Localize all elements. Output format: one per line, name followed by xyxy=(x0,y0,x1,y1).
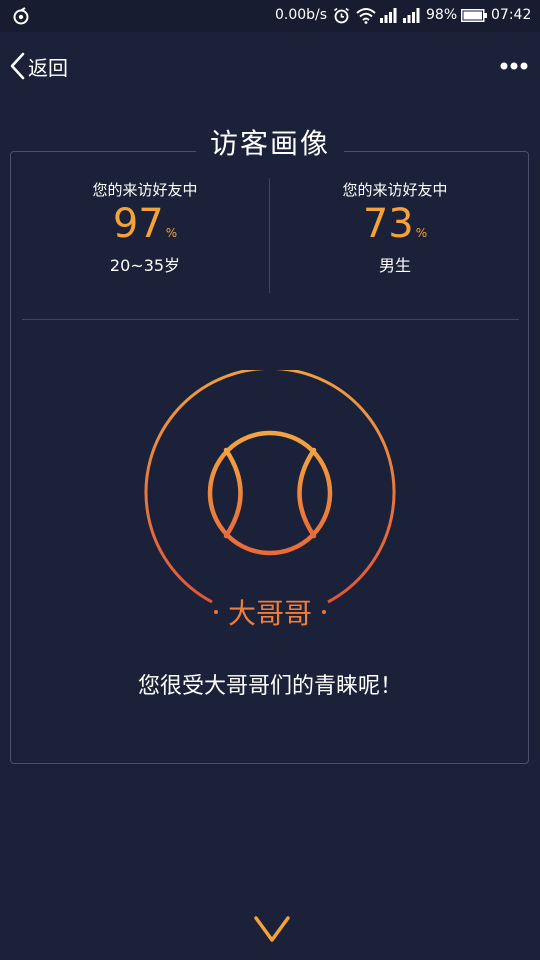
result-message: 您很受大哥哥们的青睐呢！ xyxy=(137,674,402,699)
horizontal-divider xyxy=(22,319,519,320)
signal-icon xyxy=(380,8,397,23)
stat-description: 20~35岁 xyxy=(109,256,181,275)
gender-stat: 您的来访好友中 73% 男生 xyxy=(270,180,520,277)
signal-icon xyxy=(403,8,420,23)
chevron-left-icon xyxy=(10,52,25,80)
stat-description: 男生 xyxy=(378,256,411,275)
stat-value: 97% xyxy=(112,201,178,247)
basketball-emblem xyxy=(144,370,396,614)
back-label: 返回 xyxy=(28,55,68,80)
wifi-icon xyxy=(356,8,376,24)
clock: 07:42 xyxy=(491,7,532,23)
more-dots-icon[interactable] xyxy=(492,52,536,80)
network-speed: 0.00b/s xyxy=(275,7,328,23)
stat-value: 73% xyxy=(362,201,428,247)
stat-label: 您的来访好友中 xyxy=(342,181,448,199)
emblem-label: 大哥哥 xyxy=(227,597,312,630)
chevron-down-icon[interactable] xyxy=(252,912,292,948)
battery-icon xyxy=(461,9,487,22)
app-icon xyxy=(13,7,29,25)
stat-label: 您的来访好友中 xyxy=(92,181,198,199)
alarm-icon xyxy=(334,7,349,24)
back-button[interactable]: 返回 xyxy=(8,46,88,86)
age-stat: 您的来访好友中 97% 20~35岁 xyxy=(20,180,270,277)
battery-percent: 98% xyxy=(426,7,458,23)
basketball-icon xyxy=(207,430,333,556)
card-title: 访客画像 xyxy=(195,120,344,168)
status-bar: 0.00b/s 98% 07:42 xyxy=(0,0,540,32)
